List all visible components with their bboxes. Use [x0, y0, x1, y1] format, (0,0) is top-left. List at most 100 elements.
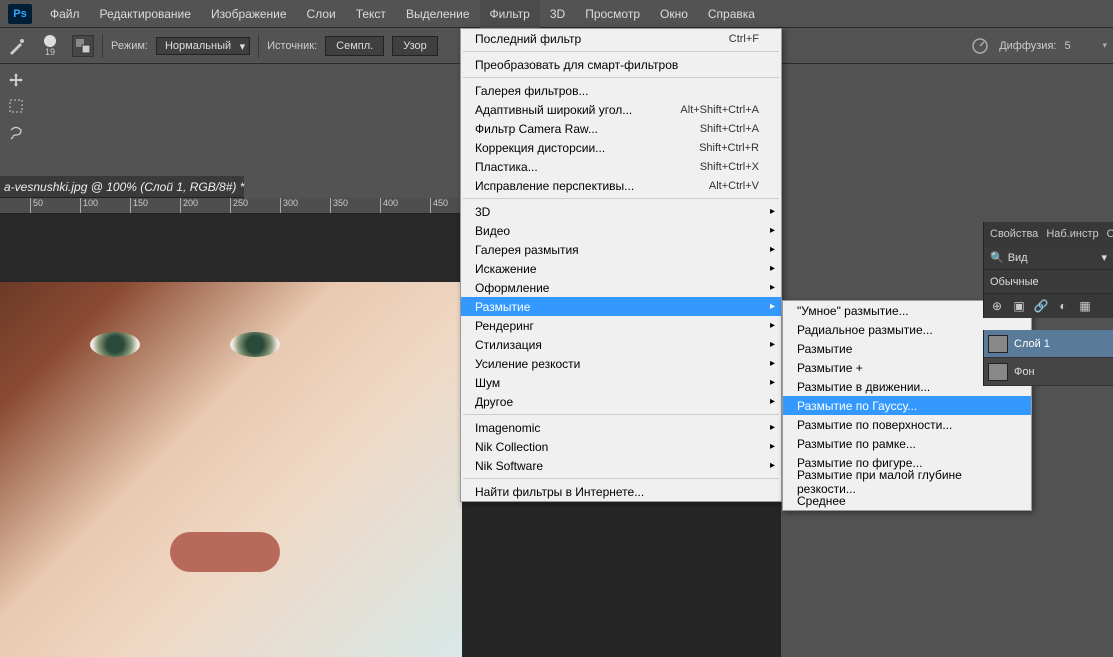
menu-item[interactable]: Стилизация	[461, 335, 781, 354]
layer-thumbnail	[988, 363, 1008, 381]
document-tab[interactable]: a-vesnushki.jpg @ 100% (Слой 1, RGB/8#) …	[4, 180, 244, 194]
ruler-tick: 200	[180, 198, 198, 214]
source-sample-button[interactable]: Семпл.	[325, 36, 384, 56]
filter-menu-dropdown: Последний фильтрCtrl+F Преобразовать для …	[460, 28, 782, 502]
menu-выделение[interactable]: Выделение	[396, 0, 480, 28]
menu-item[interactable]: Другое	[461, 392, 781, 411]
ps-logo: Ps	[8, 4, 32, 24]
adjust-icon[interactable]: ◐	[1056, 299, 1070, 313]
menu-3d[interactable]: 3D	[540, 0, 575, 28]
menu-item[interactable]: Рендеринг	[461, 316, 781, 335]
menu-item[interactable]: Оформление	[461, 278, 781, 297]
link-icon[interactable]: 🔗	[1034, 299, 1048, 313]
menu-item[interactable]: Коррекция дисторсии...Shift+Ctrl+R	[461, 138, 781, 157]
menu-separator	[463, 478, 779, 479]
layer-name: Фон	[1014, 366, 1035, 378]
mask-icon[interactable]: ▣	[1012, 299, 1026, 313]
new-icon[interactable]: ▦	[1078, 299, 1092, 313]
menu-item[interactable]: Исправление перспективы...Alt+Ctrl+V	[461, 176, 781, 195]
brush-preview[interactable]: 19	[36, 32, 64, 60]
divider	[102, 34, 103, 58]
menu-item[interactable]: Размытие	[461, 297, 781, 316]
properties-tabs[interactable]: Свойства Наб.инстр О	[984, 222, 1113, 246]
menu-текст[interactable]: Текст	[346, 0, 396, 28]
layer-tools-row: ⊕ ▣ 🔗 ◐ ▦	[984, 294, 1113, 318]
menu-просмотр[interactable]: Просмотр	[575, 0, 650, 28]
submenu-item[interactable]: Среднее	[783, 491, 1031, 510]
ruler-tick: 100	[80, 198, 98, 214]
menu-item[interactable]: Адаптивный широкий угол...Alt+Shift+Ctrl…	[461, 100, 781, 119]
menu-item[interactable]: Галерея фильтров...	[461, 81, 781, 100]
properties-panel: Свойства Наб.инстр О 🔍 Вид ▾ Обычные ⊕ ▣…	[983, 222, 1113, 318]
submenu-item[interactable]: Размытие по рамке...	[783, 434, 1031, 453]
menu-item[interactable]: Imagenomic	[461, 418, 781, 437]
marquee-tool[interactable]	[0, 94, 32, 118]
shortcut-label: Shift+Ctrl+R	[699, 142, 759, 154]
menu-item[interactable]: Последний фильтрCtrl+F	[461, 29, 781, 48]
shortcut-label: Alt+Ctrl+V	[709, 180, 759, 192]
menu-item[interactable]: Шум	[461, 373, 781, 392]
menu-справка[interactable]: Справка	[698, 0, 765, 28]
menu-separator	[463, 198, 779, 199]
layer-thumbnail	[988, 335, 1008, 353]
shortcut-label: Shift+Ctrl+A	[700, 123, 759, 135]
source-label: Источник:	[267, 40, 317, 52]
ruler-tick: 400	[380, 198, 398, 214]
menu-item[interactable]: Галерея размытия	[461, 240, 781, 259]
ruler-tick: 250	[230, 198, 248, 214]
swap-icon[interactable]	[72, 35, 94, 57]
menu-separator	[463, 51, 779, 52]
ruler-tick: 300	[280, 198, 298, 214]
menu-item[interactable]: Nik Software	[461, 456, 781, 475]
menu-item[interactable]: Искажение	[461, 259, 781, 278]
menu-item[interactable]: Видео	[461, 221, 781, 240]
menu-item[interactable]: Пластика...Shift+Ctrl+X	[461, 157, 781, 176]
document-tab-bar: a-vesnushki.jpg @ 100% (Слой 1, RGB/8#) …	[0, 176, 244, 198]
mode-label: Режим:	[111, 40, 148, 52]
layer-row[interactable]: Фон	[984, 358, 1113, 386]
menu-item[interactable]: Преобразовать для смарт-фильтров	[461, 55, 781, 74]
healing-brush-icon[interactable]	[6, 35, 28, 57]
menu-слои[interactable]: Слои	[297, 0, 346, 28]
menu-item[interactable]: Найти фильтры в Интернете...	[461, 482, 781, 501]
submenu-item[interactable]: Размытие при малой глубине резкости...	[783, 472, 1031, 491]
menu-файл[interactable]: Файл	[40, 0, 90, 28]
diffusion-value[interactable]: 5	[1064, 40, 1094, 52]
layer-name: Слой 1	[1014, 338, 1050, 350]
search-icon: 🔍	[990, 251, 1004, 264]
menu-item[interactable]: Nik Collection	[461, 437, 781, 456]
menu-редактирование[interactable]: Редактирование	[90, 0, 201, 28]
document-image[interactable]	[0, 282, 462, 657]
menu-фильтр[interactable]: Фильтр	[480, 0, 540, 28]
shortcut-label: Shift+Ctrl+X	[700, 161, 759, 173]
diffusion-label: Диффузия:	[999, 40, 1056, 52]
ruler-tick: 150	[130, 198, 148, 214]
mode-dropdown[interactable]: Нормальный ▾	[156, 37, 250, 55]
menu-item[interactable]: 3D	[461, 202, 781, 221]
fx-icon[interactable]: ⊕	[990, 299, 1004, 313]
blend-mode-dropdown[interactable]: Обычные	[984, 270, 1113, 294]
menu-item[interactable]: Фильтр Camera Raw...Shift+Ctrl+A	[461, 119, 781, 138]
brush-size-label: 19	[45, 47, 55, 57]
ruler-tick: 350	[330, 198, 348, 214]
menubar: Ps ФайлРедактированиеИзображениеСлоиТекс…	[0, 0, 1113, 28]
lasso-tool[interactable]	[0, 120, 32, 144]
pressure-icon[interactable]	[969, 35, 991, 57]
view-dropdown[interactable]: 🔍 Вид ▾	[984, 246, 1113, 270]
layer-row[interactable]: Слой 1	[984, 330, 1113, 358]
layers-panel: Слой 1 Фон	[983, 330, 1113, 386]
move-tool[interactable]	[0, 68, 32, 92]
menu-separator	[463, 414, 779, 415]
source-pattern-button[interactable]: Узор	[392, 36, 438, 56]
menu-item[interactable]: Усиление резкости	[461, 354, 781, 373]
submenu-item[interactable]: Размытие по поверхности...	[783, 415, 1031, 434]
menu-separator	[463, 77, 779, 78]
submenu-item[interactable]: Размытие по Гауссу...	[783, 396, 1031, 415]
left-toolbar	[0, 64, 32, 146]
ruler-tick: 50	[30, 198, 43, 214]
menu-окно[interactable]: Окно	[650, 0, 698, 28]
menu-изображение[interactable]: Изображение	[201, 0, 297, 28]
shortcut-label: Ctrl+F	[729, 33, 759, 45]
ruler-tick: 450	[430, 198, 448, 214]
divider	[258, 34, 259, 58]
